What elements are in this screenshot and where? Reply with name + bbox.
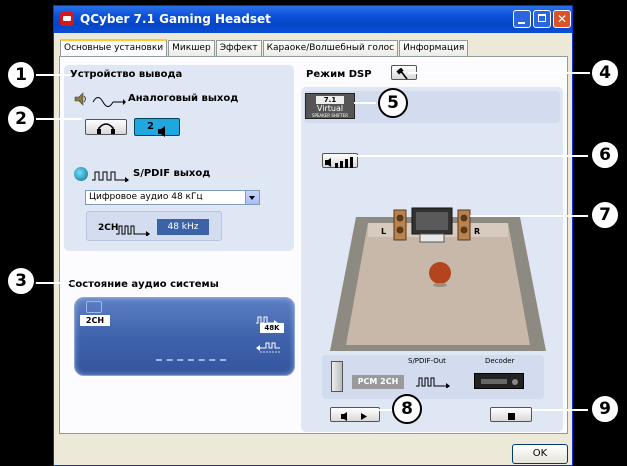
spdif-out-label: S/PDIF-Out — [408, 357, 446, 365]
speaker-small-icon — [157, 122, 169, 141]
callout-line-9 — [532, 409, 588, 411]
speaker-mode-value: 2 — [147, 121, 154, 132]
callout-7: 7 — [590, 200, 620, 230]
front-left-speaker-icon[interactable] — [393, 209, 407, 241]
main-window: QCyber 7.1 Gaming Headset ✕ Основные уст… — [53, 5, 573, 466]
callout-line-1 — [32, 74, 72, 76]
speaker-left-label: L — [381, 227, 387, 236]
callout-5: 5 — [378, 88, 408, 118]
audio-status-heading: Состояние аудио системы — [68, 279, 219, 290]
front-right-speaker-icon[interactable] — [457, 209, 471, 241]
callout-line-2 — [32, 118, 82, 120]
callout-line-8 — [378, 409, 392, 411]
test-stop-button[interactable] — [490, 407, 532, 422]
callout-line-7 — [470, 215, 588, 217]
headphone-icon — [97, 123, 115, 134]
speaker-2ch-mode-button[interactable]: 2 — [134, 118, 180, 137]
spdif-output-label: S/PDIF выход — [133, 168, 211, 179]
tab-effect[interactable]: Эффект — [215, 40, 262, 56]
callout-9: 9 — [590, 394, 620, 424]
volume-bars-icon — [325, 157, 353, 168]
digital-signal-icon — [416, 373, 456, 392]
audio-status-display — [74, 297, 295, 376]
tab-mixer[interactable]: Микшер — [168, 40, 215, 56]
virtual-badge-mid: Virtual — [316, 104, 344, 113]
analog-wave-icon — [92, 93, 126, 107]
callout-1: 1 — [6, 60, 36, 90]
callout-line-4 — [408, 72, 590, 74]
hammer-icon — [396, 67, 408, 80]
status-return-icon — [256, 339, 282, 358]
callout-4: 4 — [590, 58, 620, 88]
pcm-label: PCM 2CH — [352, 375, 404, 389]
tab-panel: Устройство вывода Аналоговый выход 2 S/P… — [59, 56, 568, 434]
listener-position-ball[interactable] — [429, 262, 451, 284]
spdif-rate-select-value: Цифровое аудио 48 кГц — [89, 192, 203, 202]
decoder-label: Decoder — [485, 357, 515, 365]
spdif-rate-select[interactable]: Цифровое аудио 48 кГц — [85, 190, 260, 205]
stop-icon — [508, 413, 515, 420]
headphone-mode-button[interactable] — [85, 119, 127, 135]
output-device-heading: Устройство вывода — [70, 69, 183, 80]
speaker-play-icon — [341, 412, 367, 421]
pc-tower-icon — [331, 361, 343, 392]
tab-basic-settings[interactable]: Основные установки — [60, 39, 168, 56]
callout-line-3 — [32, 282, 70, 284]
callout-8: 8 — [392, 394, 422, 424]
close-button[interactable]: ✕ — [553, 10, 571, 28]
analog-output-label: Аналоговый выход — [128, 93, 239, 104]
chevron-down-icon[interactable] — [245, 191, 259, 204]
title-bar[interactable]: QCyber 7.1 Gaming Headset ✕ — [54, 6, 572, 33]
tab-strip: Основные установки Микшер Эффект Караоке… — [60, 39, 469, 56]
decoder-device-icon — [474, 373, 524, 389]
spdif-rate-display: 48 kHz — [157, 219, 209, 235]
app-icon — [60, 12, 74, 26]
speaker-icon — [74, 91, 88, 106]
callout-6: 6 — [590, 140, 620, 170]
speaker-right-label: R — [474, 227, 481, 236]
ok-button[interactable]: OK — [512, 444, 568, 464]
tab-karaoke[interactable]: Караоке/Волшебный голос — [262, 40, 399, 56]
callout-2: 2 — [6, 104, 36, 134]
callout-line-6 — [354, 155, 588, 157]
virtual-badge-top: 7.1 — [316, 96, 344, 104]
volume-button[interactable] — [322, 153, 358, 168]
maximize-button[interactable] — [533, 10, 551, 28]
digital-wave-icon — [92, 167, 132, 183]
callout-line-5 — [354, 102, 376, 104]
status-level-bar — [156, 359, 226, 363]
digital-wave-small-icon — [116, 221, 154, 240]
tab-information[interactable]: Информация — [399, 40, 469, 56]
status-rate-label: 48K — [260, 323, 284, 333]
window-title: QCyber 7.1 Gaming Headset — [80, 12, 271, 26]
minimize-button[interactable] — [513, 10, 531, 28]
status-channels-label: 2CH — [80, 315, 110, 326]
status-source-icon — [86, 301, 102, 313]
dsp-mode-heading: Режим DSP — [306, 69, 372, 80]
speaker-room-scene[interactable] — [328, 203, 548, 353]
callout-3: 3 — [6, 266, 36, 296]
virtual-speaker-shifter-button[interactable]: 7.1 Virtual SPEAKER SHIFTER — [305, 93, 355, 119]
test-play-button[interactable] — [330, 407, 380, 422]
virtual-badge-bottom: SPEAKER SHIFTER — [311, 113, 349, 118]
spdif-icon — [74, 167, 88, 181]
